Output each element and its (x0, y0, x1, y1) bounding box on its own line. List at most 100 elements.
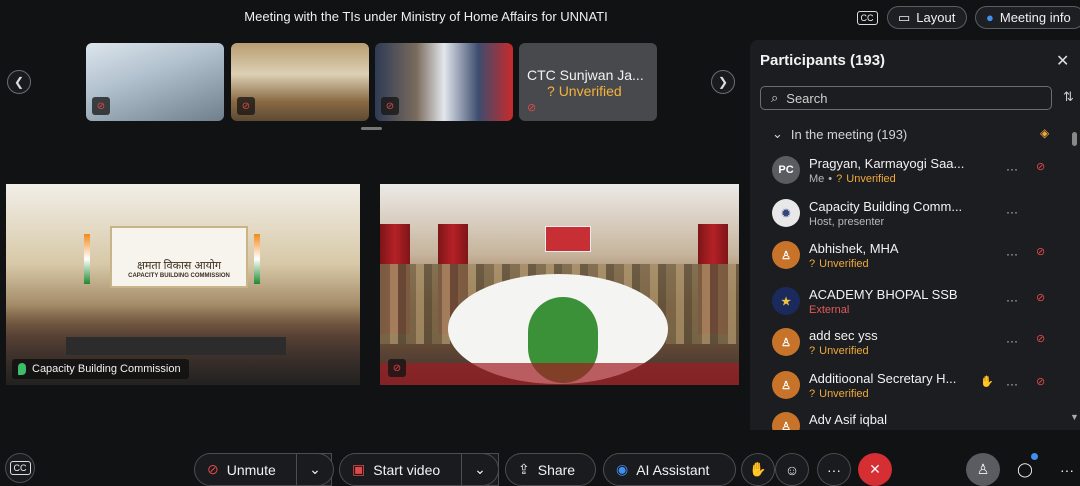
video-label-text: Capacity Building Commission (32, 363, 181, 375)
more-options-icon[interactable]: ··· (1006, 247, 1018, 261)
more-options-icon: ··· (1060, 461, 1074, 478)
share-button[interactable]: ⇪ Share (505, 453, 596, 486)
participant-row[interactable]: ★ ACADEMY BHOPAL SSB External ··· ⊘ (770, 283, 1070, 323)
participant-row[interactable]: ✹ Capacity Building Comm... Host, presen… (770, 195, 1070, 235)
participant-row[interactable]: ♙ add sec yss ? Unverified ··· ⊘ (770, 324, 1070, 364)
video-tile-conference-room[interactable]: ⊘ (380, 184, 739, 385)
tile-status: ? Unverified (547, 83, 622, 99)
close-icon[interactable]: ✕ (1056, 51, 1069, 71)
more-options-icon[interactable]: ··· (1006, 162, 1018, 176)
banner-text: क्षमता विकास आयोग (136, 260, 222, 272)
mic-muted-icon[interactable]: ⊘ (1036, 160, 1045, 173)
question-icon: ? (836, 173, 843, 185)
layout-button[interactable]: ▭ Layout (887, 6, 967, 29)
avatar: ✹ (772, 199, 800, 227)
more-panels-button[interactable]: ··· (1050, 453, 1080, 486)
share-icon: ⇪ (518, 461, 530, 477)
audio-options-button[interactable]: ⌄ (296, 453, 334, 486)
video-tile-capacity-building[interactable]: क्षमता विकास आयोग CAPACITY BUILDING COMM… (6, 184, 360, 385)
participant-row[interactable]: ♙ Adv Asif iqbal (770, 408, 1070, 430)
video-scene-table (66, 337, 286, 355)
chevron-left-icon: ❮ (13, 75, 25, 89)
filmstrip-tile[interactable]: ⊘ (231, 43, 369, 121)
ai-assistant-button[interactable]: ◉ AI Assistant (603, 453, 736, 486)
more-options-button[interactable]: ··· (817, 453, 851, 486)
cc-icon: CC (9, 461, 31, 475)
sort-icon[interactable]: ⇅ (1063, 89, 1074, 105)
mic-muted-icon: ⊘ (237, 97, 255, 115)
participant-name: add sec yss (809, 328, 878, 343)
meeting-info-button[interactable]: ● Meeting info (975, 6, 1080, 29)
location-icon (18, 363, 26, 375)
participant-sub: External (809, 304, 849, 316)
participant-row[interactable]: ♙ Additioonal Secretary H... ? Unverifie… (770, 367, 1070, 407)
participant-role: External (809, 304, 850, 316)
participant-name: Capacity Building Comm... (809, 199, 963, 214)
scroll-down-icon[interactable]: ▼ (1070, 412, 1079, 422)
notification-badge (1031, 453, 1038, 460)
filmstrip-resize-handle[interactable] (361, 127, 382, 130)
more-options-icon: ··· (827, 461, 841, 478)
avatar: ★ (772, 287, 800, 315)
mic-muted-icon[interactable]: ⊘ (1036, 332, 1045, 345)
banner-subtext: CAPACITY BUILDING COMMISSION (128, 273, 230, 279)
more-options-icon[interactable]: ··· (1006, 334, 1018, 348)
participant-row[interactable]: PC Pragyan, Karmayogi Saa... Me • ? Unve… (770, 152, 1070, 192)
banner-sign: क्षमता विकास आयोग CAPACITY BUILDING COMM… (110, 226, 248, 288)
user-icon: ♙ (772, 371, 800, 399)
group-lock-icon[interactable]: ◈ (1040, 126, 1049, 140)
smiley-icon: ☺ (784, 461, 800, 478)
mic-muted-icon[interactable]: ⊘ (1036, 245, 1045, 258)
search-icon: ⌕ (771, 90, 779, 105)
participant-sub: ? Unverified (809, 345, 869, 357)
raise-hand-button[interactable]: ✋ (741, 453, 775, 486)
more-options-icon[interactable]: ··· (1006, 293, 1018, 307)
participant-status: Unverified (819, 345, 869, 357)
video-label: Capacity Building Commission (12, 359, 189, 379)
leave-meeting-button[interactable]: ✕ (858, 453, 892, 486)
participants-icon: ♙ (976, 461, 990, 477)
reactions-button[interactable]: ☺ (775, 453, 809, 486)
raise-hand-icon: ✋ (980, 376, 994, 388)
video-off-icon: ▣ (352, 461, 366, 477)
participant-status: Unverified (819, 388, 869, 400)
chat-icon: ◯ (1017, 461, 1033, 477)
question-icon: ? (809, 388, 816, 400)
participant-status: Unverified (819, 258, 869, 270)
participants-group-header[interactable]: ⌄ In the meeting (193) (772, 126, 907, 142)
ai-assistant-icon: ◉ (616, 461, 629, 477)
filmstrip-next-button[interactable]: ❯ (711, 70, 735, 94)
user-icon: ♙ (772, 412, 800, 430)
start-video-label: Start video (373, 461, 441, 478)
filmstrip-prev-button[interactable]: ❮ (7, 70, 31, 94)
raise-hand-icon: ✋ (749, 461, 767, 477)
more-options-icon[interactable]: ··· (1006, 205, 1018, 219)
participant-name: Additioonal Secretary H... (809, 371, 957, 386)
captions-toolbar-button[interactable]: CC (5, 453, 35, 483)
participants-button[interactable]: ♙ (966, 453, 1000, 486)
captions-button[interactable]: CC (855, 6, 879, 29)
participant-name: Adv Asif iqbal (809, 412, 888, 427)
participant-sub: ? Unverified (809, 258, 869, 270)
chevron-right-icon: ❯ (717, 75, 729, 89)
mic-muted-icon[interactable]: ⊘ (1036, 291, 1045, 304)
cc-icon: CC (856, 10, 878, 25)
unmute-label: Unmute (226, 461, 276, 478)
scrollbar[interactable] (1072, 132, 1077, 146)
video-options-button[interactable]: ⌄ (461, 453, 499, 486)
mic-muted-icon: ⊘ (381, 97, 399, 115)
search-placeholder: Search (786, 90, 828, 106)
flag-image (84, 234, 90, 284)
mic-muted-icon[interactable]: ⊘ (1036, 375, 1045, 388)
participant-role: Me (809, 173, 825, 185)
panel-title: Participants (193) (760, 52, 886, 69)
search-input[interactable]: ⌕ Search (760, 86, 1052, 110)
participant-row[interactable]: ♙ Abhishek, MHA ? Unverified ··· ⊘ (770, 237, 1070, 277)
filmstrip-tile[interactable]: CTC Sunjwan Ja... ? Unverified ⊘ (519, 43, 657, 121)
participant-sub: ? Unverified (809, 388, 869, 400)
filmstrip-tile[interactable]: ⊘ (375, 43, 513, 121)
ai-assistant-label: AI Assistant (636, 461, 710, 478)
chat-button[interactable]: ◯ (1008, 453, 1042, 486)
more-options-icon[interactable]: ··· (1006, 377, 1018, 391)
filmstrip-tile[interactable]: ⊘ (86, 43, 224, 121)
